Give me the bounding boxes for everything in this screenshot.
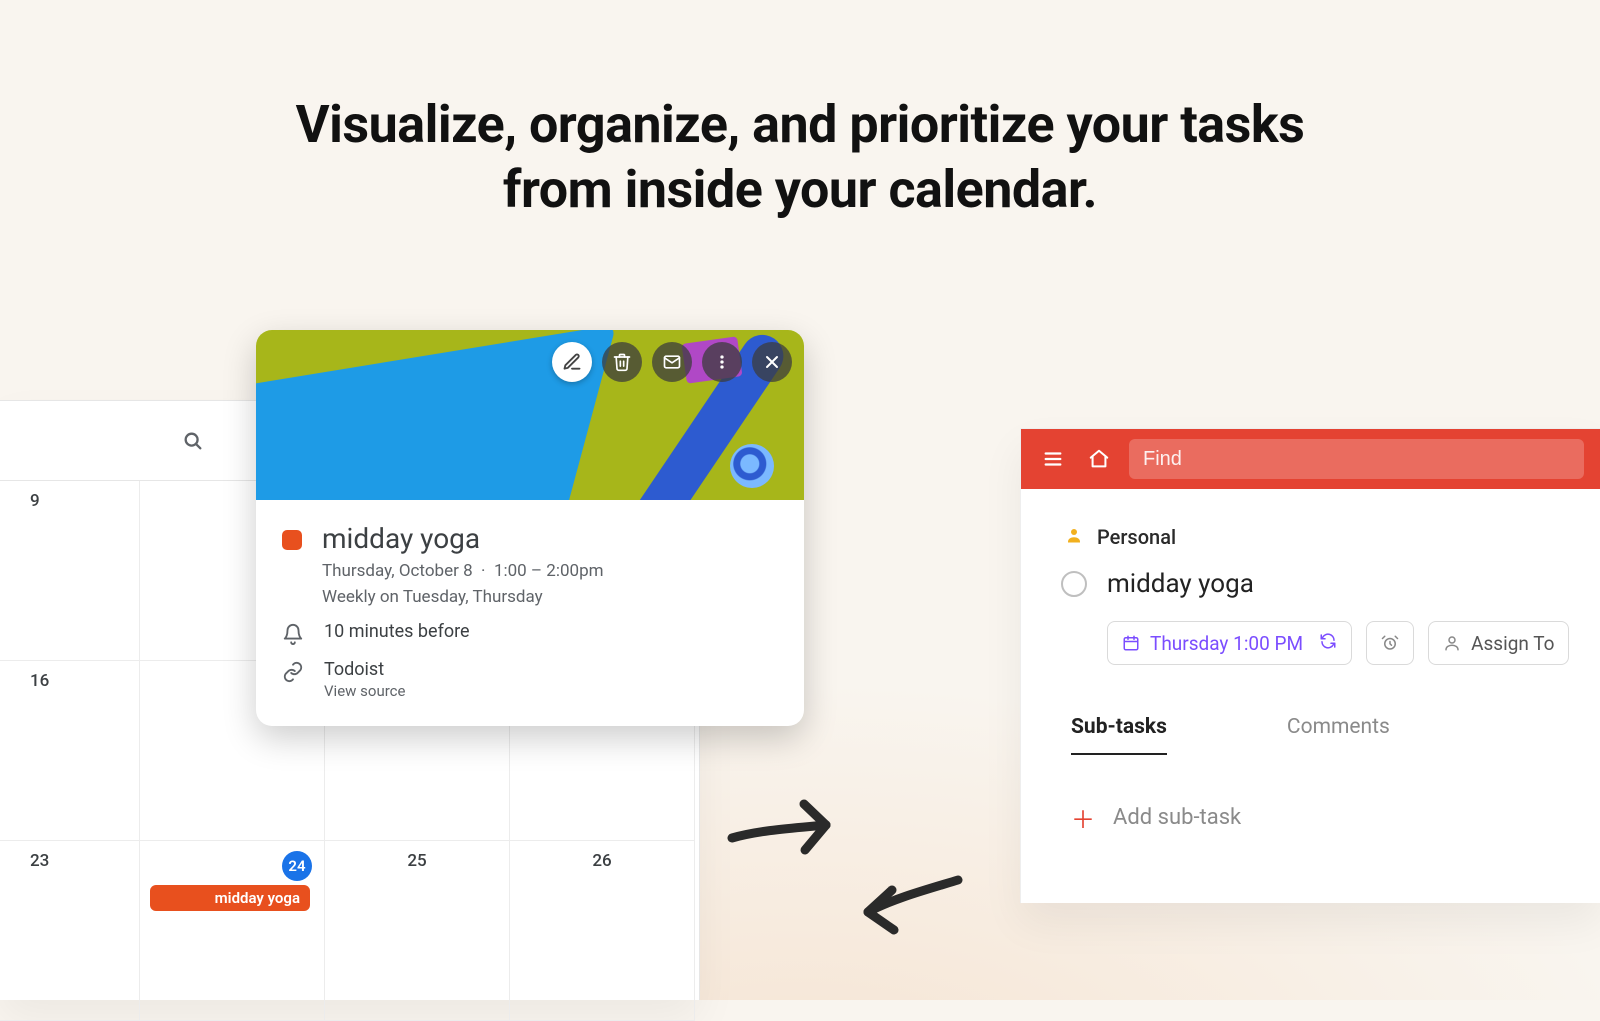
todoist-panel: Personal midday yoga Thursday 1:00 PM bbox=[1020, 428, 1600, 903]
calendar-cell[interactable]: 23 bbox=[0, 841, 140, 1021]
calendar-event-chip[interactable]: midday yoga bbox=[150, 885, 310, 911]
date-number: 16 bbox=[30, 671, 49, 691]
add-subtask-label: Add sub-task bbox=[1113, 805, 1241, 830]
date-number: 9 bbox=[30, 491, 40, 511]
date-number: 23 bbox=[30, 851, 49, 871]
more-icon[interactable] bbox=[702, 342, 742, 382]
event-title: midday yoga bbox=[322, 522, 604, 555]
project-name: Personal bbox=[1097, 525, 1176, 549]
assign-chip[interactable]: Assign To bbox=[1428, 621, 1569, 665]
close-icon[interactable] bbox=[752, 342, 792, 382]
add-subtask-button[interactable]: ＋ Add sub-task bbox=[1071, 800, 1572, 835]
task-tabs: Sub-tasks Comments bbox=[1071, 715, 1572, 756]
event-recurrence: Weekly on Tuesday, Thursday bbox=[322, 587, 604, 607]
person-icon bbox=[1065, 525, 1083, 549]
calendar-cell[interactable]: 26 bbox=[510, 841, 695, 1021]
assign-label: Assign To bbox=[1471, 632, 1554, 655]
marketing-headline: Visualize, organize, and prioritize your… bbox=[0, 92, 1600, 222]
link-icon bbox=[282, 661, 304, 683]
headline-line-2: from inside your calendar. bbox=[503, 159, 1097, 220]
calendar-cell[interactable]: 16 bbox=[0, 661, 140, 841]
task-checkbox[interactable] bbox=[1061, 571, 1087, 597]
email-icon[interactable] bbox=[652, 342, 692, 382]
event-date-time: Thursday, October 8 · 1:00 – 2:00pm bbox=[322, 561, 604, 581]
recurring-icon bbox=[1319, 632, 1337, 655]
date-number: 26 bbox=[592, 851, 611, 871]
project-breadcrumb[interactable]: Personal bbox=[1065, 525, 1572, 549]
date-number: 25 bbox=[407, 851, 426, 871]
person-icon bbox=[1443, 634, 1461, 652]
delete-icon[interactable] bbox=[602, 342, 642, 382]
due-date-text: Thursday 1:00 PM bbox=[1150, 632, 1303, 655]
alarm-icon bbox=[1381, 634, 1399, 652]
todoist-header bbox=[1021, 429, 1600, 489]
event-source-name: Todoist bbox=[324, 659, 405, 680]
reminder-chip[interactable] bbox=[1366, 621, 1414, 665]
tab-subtasks[interactable]: Sub-tasks bbox=[1071, 715, 1167, 755]
calendar-cell-today[interactable]: 24 midday yoga bbox=[140, 841, 325, 1021]
event-cover-image bbox=[256, 330, 804, 500]
view-source-link[interactable]: View source bbox=[324, 682, 405, 700]
sync-arrows-illustration bbox=[720, 790, 980, 950]
search-input[interactable] bbox=[1129, 439, 1584, 479]
menu-icon[interactable] bbox=[1037, 443, 1069, 475]
task-row: midday yoga bbox=[1061, 569, 1572, 599]
today-badge: 24 bbox=[282, 851, 312, 881]
home-icon[interactable] bbox=[1083, 443, 1115, 475]
due-date-chip[interactable]: Thursday 1:00 PM bbox=[1107, 621, 1352, 665]
bell-icon bbox=[282, 623, 304, 645]
tab-comments[interactable]: Comments bbox=[1287, 715, 1390, 755]
event-popover: midday yoga Thursday, October 8 · 1:00 –… bbox=[256, 330, 804, 726]
plus-icon: ＋ bbox=[1071, 800, 1095, 835]
search-icon[interactable] bbox=[181, 429, 205, 453]
task-title[interactable]: midday yoga bbox=[1107, 569, 1254, 599]
event-reminder: 10 minutes before bbox=[324, 621, 470, 642]
calendar-icon bbox=[1122, 634, 1140, 652]
calendar-cell[interactable]: 9 bbox=[0, 481, 140, 661]
event-color-dot bbox=[282, 530, 302, 550]
edit-icon[interactable] bbox=[552, 342, 592, 382]
calendar-cell[interactable]: 25 bbox=[325, 841, 510, 1021]
headline-line-1: Visualize, organize, and prioritize your… bbox=[296, 94, 1305, 155]
